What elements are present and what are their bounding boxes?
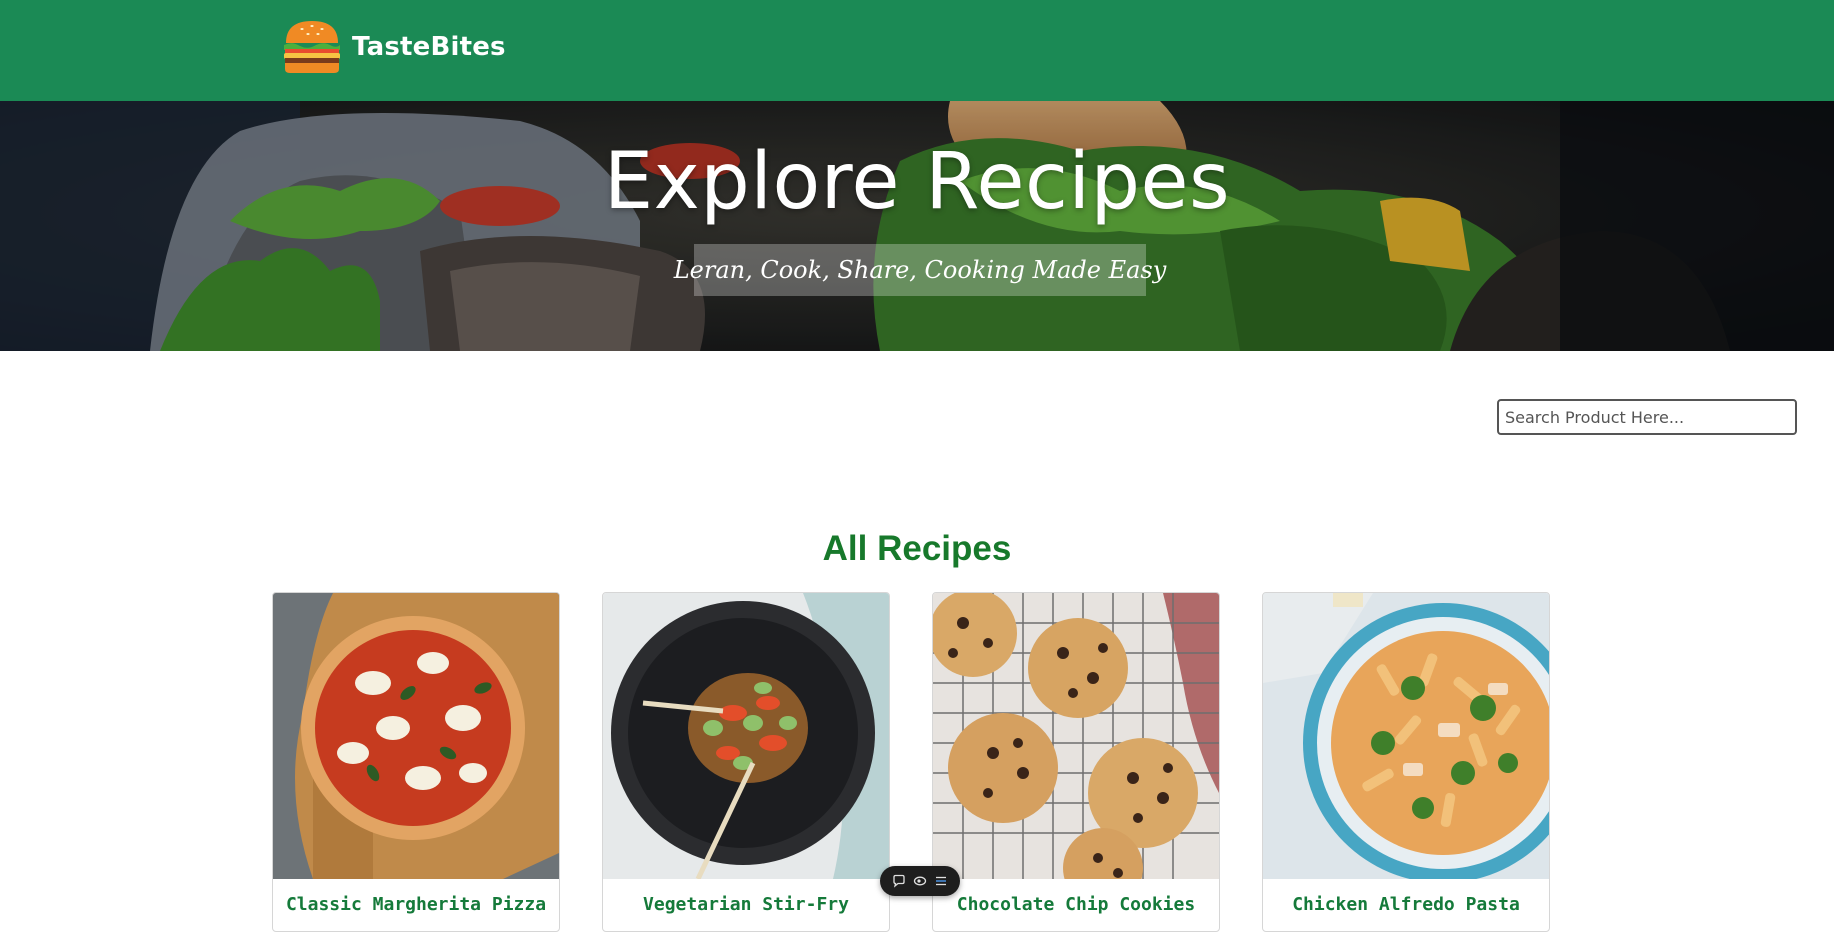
view-button[interactable] — [912, 873, 928, 889]
pasta-photo — [1263, 593, 1549, 879]
recipe-card-title[interactable]: Chocolate Chip Cookies — [933, 894, 1219, 915]
list-button[interactable] — [933, 873, 949, 889]
top-navbar: TasteBites — [0, 0, 1834, 101]
view-icon — [913, 876, 927, 886]
search-input[interactable] — [1497, 399, 1797, 435]
comment-button[interactable] — [891, 873, 907, 889]
brand-name: TasteBites — [352, 32, 506, 62]
recipe-card[interactable]: Classic Margherita Pizza — [272, 592, 560, 932]
cookies-photo — [933, 593, 1219, 879]
comment-icon — [893, 874, 905, 888]
recipe-card[interactable]: Chocolate Chip Cookies — [932, 592, 1220, 932]
recipe-card-title[interactable]: Vegetarian Stir-Fry — [603, 894, 889, 915]
hero-title: Explore Recipes — [603, 137, 1231, 227]
pizza-photo — [273, 593, 559, 879]
burger-icon — [284, 21, 340, 73]
stir-fry-photo — [603, 593, 889, 879]
hero-banner: Explore Recipes Leran, Cook, Share, Cook… — [0, 101, 1834, 351]
recipe-card[interactable]: Vegetarian Stir-Fry — [602, 592, 890, 932]
hero-subtitle: Leran, Cook, Share, Cooking Made Easy — [673, 256, 1167, 284]
brand-link[interactable]: TasteBites — [282, 19, 506, 75]
list-icon — [936, 876, 946, 886]
floating-toolbar — [880, 866, 960, 896]
recipe-card-title[interactable]: Chicken Alfredo Pasta — [1263, 894, 1549, 915]
hero-subtitle-box: Leran, Cook, Share, Cooking Made Easy — [674, 244, 1166, 296]
recipe-card-title[interactable]: Classic Margherita Pizza — [273, 894, 559, 915]
recipe-card[interactable]: Chicken Alfredo Pasta — [1262, 592, 1550, 932]
section-title: All Recipes — [822, 529, 1012, 568]
